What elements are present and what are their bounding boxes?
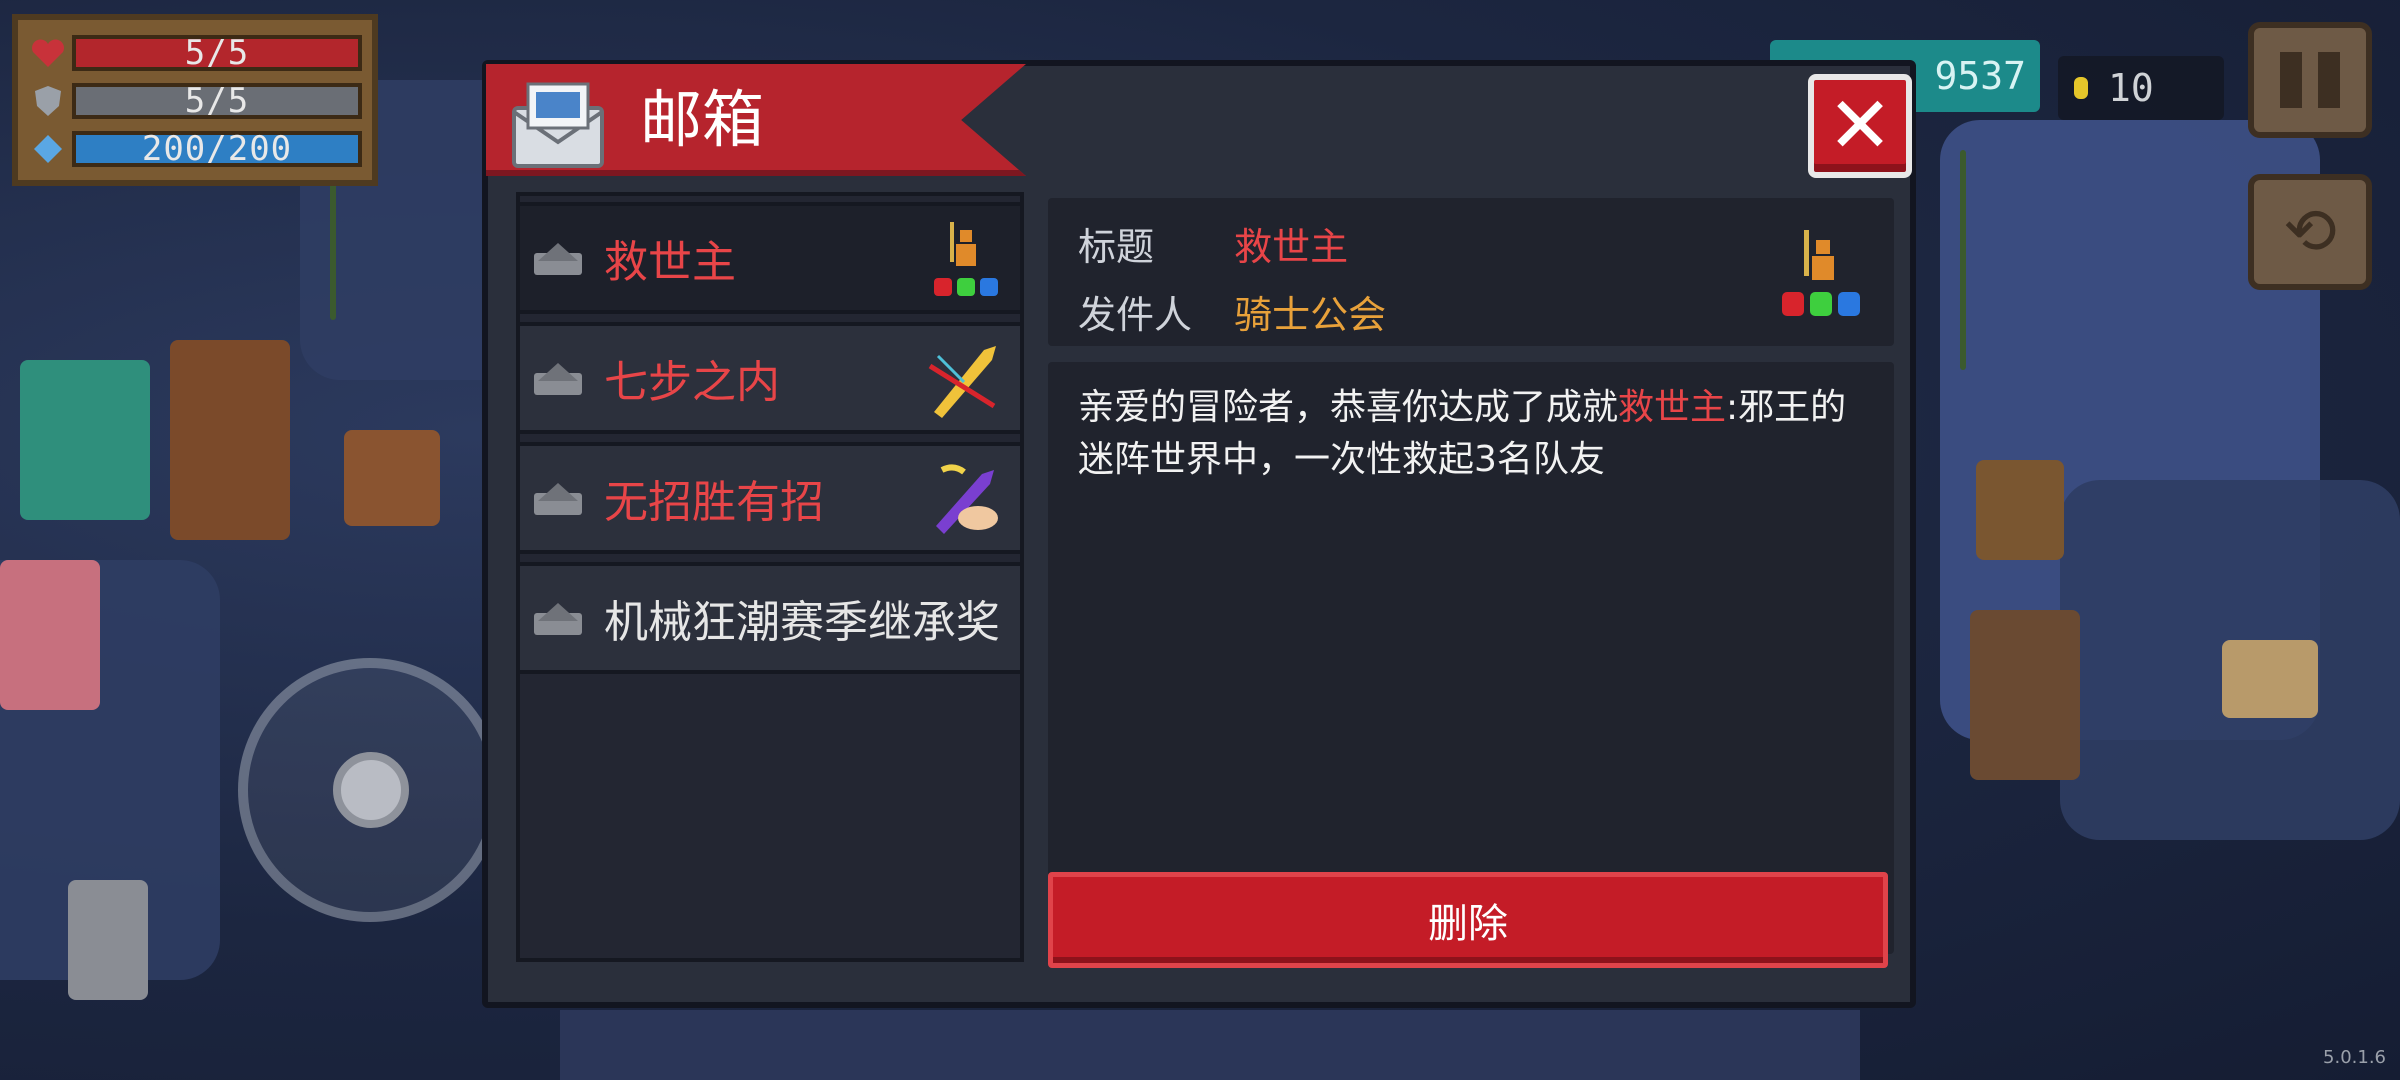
mail-detail-body: 亲爱的冒险者，恭喜你达成了成就救世主:邪王的迷阵世界中，一次性救起3名队友 bbox=[1048, 362, 1894, 954]
envelope-icon bbox=[534, 483, 582, 515]
body-text-start: 亲爱的冒险者，恭喜你达成了成就 bbox=[1078, 387, 1619, 428]
joystick-knob[interactable] bbox=[333, 752, 409, 828]
delete-button-label: 删除 bbox=[1428, 901, 1508, 947]
plant-monster-prop bbox=[20, 360, 150, 520]
npc-character bbox=[1970, 610, 2080, 780]
notice-board-prop bbox=[2222, 640, 2318, 718]
version-label: 5.0.1.6 bbox=[2323, 1047, 2386, 1068]
mail-item-label: 七步之内 bbox=[604, 357, 780, 408]
subject-label: 标题 bbox=[1078, 225, 1155, 269]
sender-row: 发件人 骑士公会 bbox=[1078, 284, 1386, 339]
pause-button[interactable] bbox=[2248, 22, 2372, 138]
sender-label: 发件人 bbox=[1078, 293, 1193, 337]
subject-row: 标题 救世主 bbox=[1078, 216, 1348, 271]
vine-decoration bbox=[1960, 150, 1966, 370]
mail-item-season-reward[interactable]: 机械狂潮赛季继承奖 bbox=[520, 562, 1020, 674]
heart-icon bbox=[28, 33, 68, 73]
shield-icon bbox=[28, 81, 68, 121]
coin-count: 10 bbox=[2108, 66, 2154, 110]
npc-character bbox=[68, 880, 148, 1000]
armor-row: 5/5 bbox=[28, 78, 362, 124]
mail-list: 救世主 七步之内 无招胜有招 机械狂潮赛季继承奖 bbox=[516, 192, 1024, 962]
health-row: 5/5 bbox=[28, 30, 362, 76]
dialog-header: 邮箱 bbox=[486, 64, 1026, 176]
mail-envelope-icon bbox=[512, 82, 604, 168]
close-button[interactable]: ✕ bbox=[1808, 74, 1912, 178]
energy-row: 200/200 bbox=[28, 126, 362, 172]
floor-tile bbox=[560, 1010, 1860, 1080]
close-icon: ✕ bbox=[1827, 81, 1893, 171]
coin-icon bbox=[2074, 77, 2088, 99]
vine-decoration bbox=[330, 180, 336, 320]
body-text-highlight: 救世主 bbox=[1618, 387, 1727, 428]
sword-slash-icon bbox=[928, 346, 996, 418]
mail-item-no-move[interactable]: 无招胜有招 bbox=[520, 442, 1020, 554]
envelope-icon bbox=[534, 363, 582, 395]
mail-item-seven-steps[interactable]: 七步之内 bbox=[520, 322, 1020, 434]
pause-icon bbox=[2280, 52, 2340, 108]
player-stats-panel: 5/5 5/5 200/200 bbox=[12, 14, 378, 186]
armor-bar: 5/5 bbox=[72, 81, 362, 121]
chest-prop bbox=[344, 430, 440, 526]
gem-count: 9537 bbox=[1934, 54, 2026, 98]
mail-item-label: 无招胜有招 bbox=[604, 477, 824, 528]
mailbox-dialog: 邮箱 ✕ 救世主 七步之内 无招胜有招 机械狂潮赛季继承奖 标题 救世主 发件人… bbox=[482, 60, 1916, 1008]
sender-value: 骑士公会 bbox=[1234, 293, 1387, 337]
savior-figure-icon bbox=[934, 222, 998, 296]
coin-counter: 10 bbox=[2058, 56, 2224, 120]
treasure-chest-prop bbox=[1976, 460, 2064, 560]
mail-body-text: 亲爱的冒险者，恭喜你达成了成就救世主:邪王的迷阵世界中，一次性救起3名队友 bbox=[1078, 382, 1878, 486]
mail-item-savior[interactable]: 救世主 bbox=[520, 202, 1020, 314]
mail-detail-header: 标题 救世主 发件人 骑士公会 bbox=[1048, 198, 1894, 346]
switch-character-button[interactable]: ⟲ bbox=[2248, 174, 2372, 290]
envelope-icon bbox=[534, 603, 582, 635]
envelope-icon bbox=[534, 243, 582, 275]
health-bar: 5/5 bbox=[72, 33, 362, 73]
dialog-title: 邮箱 bbox=[640, 83, 765, 156]
purple-sword-hand-icon bbox=[936, 464, 998, 534]
delete-button[interactable]: 删除 bbox=[1048, 872, 1888, 968]
savior-figure-icon bbox=[1782, 230, 1860, 316]
switch-character-icon: ⟲ bbox=[2283, 195, 2337, 269]
mail-item-label: 机械狂潮赛季继承奖 bbox=[604, 597, 1000, 648]
npc-character bbox=[0, 560, 100, 710]
mail-item-label: 救世主 bbox=[604, 237, 736, 288]
energy-crystal-icon bbox=[28, 129, 68, 169]
machine-prop bbox=[170, 340, 290, 540]
subject-value: 救世主 bbox=[1234, 225, 1349, 269]
energy-bar: 200/200 bbox=[72, 129, 362, 169]
